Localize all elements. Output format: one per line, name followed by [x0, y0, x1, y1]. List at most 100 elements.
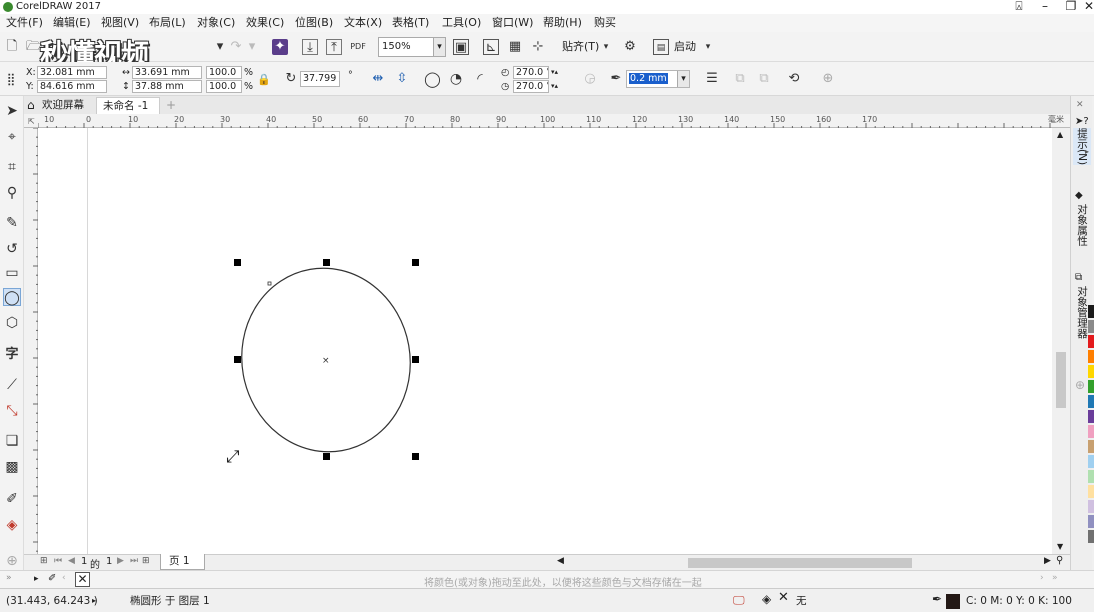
- add-page-after-icon[interactable]: ⊞: [142, 556, 150, 566]
- arc-mode-icon[interactable]: ◜: [472, 71, 488, 87]
- menu-file[interactable]: 文件(F): [6, 16, 43, 30]
- vertical-ruler[interactable]: [24, 128, 38, 554]
- scroll-down-icon[interactable]: ▼: [1057, 542, 1063, 551]
- ruler-origin-icon[interactable]: ⇱: [28, 117, 35, 126]
- palette-prev-icon[interactable]: ‹: [62, 573, 66, 583]
- menu-table[interactable]: 表格(T): [392, 16, 429, 30]
- tab-untitled-doc[interactable]: 未命名 -1: [96, 97, 160, 114]
- palette-swatch[interactable]: [1088, 410, 1094, 423]
- menu-window[interactable]: 窗口(W): [492, 16, 533, 30]
- palette-swatch[interactable]: [1088, 380, 1094, 393]
- launch-dropdown-icon[interactable]: ▾: [700, 39, 716, 55]
- menu-help[interactable]: 帮助(H): [543, 16, 582, 30]
- color-proof-icon[interactable]: 🖵: [733, 594, 745, 606]
- outline-width-select[interactable]: 0.2 mm ▾: [626, 70, 690, 88]
- previous-page-icon[interactable]: ◀: [68, 556, 75, 566]
- change-direction-icon[interactable]: ◶: [582, 71, 598, 87]
- mirror-horizontal-icon[interactable]: ⇹: [370, 71, 386, 87]
- menu-edit[interactable]: 编辑(E): [53, 16, 91, 30]
- menu-layout[interactable]: 布局(L): [149, 16, 186, 30]
- connector-tool-icon[interactable]: ⤡: [3, 402, 21, 420]
- palette-swatch[interactable]: [1088, 320, 1094, 333]
- snap-dropdown-icon[interactable]: ▾: [598, 39, 614, 55]
- interactive-fill-icon[interactable]: ◈: [3, 516, 21, 534]
- last-page-icon[interactable]: ⏭: [130, 556, 138, 566]
- quick-customize-icon[interactable]: ⊕: [820, 71, 836, 87]
- pick-tool-icon[interactable]: ➤: [3, 102, 21, 120]
- artistic-media-icon[interactable]: ↺: [3, 240, 21, 258]
- bring-to-front-icon[interactable]: ⧉: [732, 71, 748, 87]
- eyedropper-small-icon[interactable]: ✐: [48, 573, 56, 584]
- docker-close-icon[interactable]: ✕: [1076, 100, 1084, 110]
- palette-swatch[interactable]: [1088, 305, 1094, 318]
- launch-label[interactable]: 启动: [674, 40, 696, 54]
- publish-pdf-icon[interactable]: PDF: [350, 39, 366, 55]
- show-rulers-icon[interactable]: ⊾: [483, 39, 499, 55]
- status-expand-icon[interactable]: ▸: [92, 595, 96, 607]
- mirror-vertical-icon[interactable]: ⇳: [394, 71, 410, 87]
- text-wrap-icon[interactable]: ☰: [704, 71, 720, 87]
- show-guidelines-icon[interactable]: ⊹: [530, 39, 546, 55]
- selection-handle-bottom[interactable]: [323, 453, 330, 460]
- redo-icon[interactable]: ↷: [228, 39, 244, 55]
- redo-dropdown-icon[interactable]: ▾: [244, 39, 260, 55]
- scroll-left-icon[interactable]: ◀: [557, 556, 564, 566]
- palette-expand-icon[interactable]: »: [6, 573, 12, 583]
- menu-effects[interactable]: 效果(C): [246, 16, 284, 30]
- export-icon[interactable]: ⤒: [326, 39, 342, 55]
- parallel-dimension-icon[interactable]: ⟋: [3, 376, 21, 394]
- drop-shadow-icon[interactable]: ❏: [3, 432, 21, 450]
- start-angle-field[interactable]: 270.0 °: [513, 66, 549, 79]
- palette-swatch[interactable]: [1088, 350, 1094, 363]
- tab-welcome-screen[interactable]: 欢迎屏幕: [36, 97, 90, 114]
- menu-bitmap[interactable]: 位图(B): [295, 16, 333, 30]
- horizontal-ruler[interactable]: ⇱ 10 0 10 20 30 40 50 60 70 80 90 100 11…: [24, 114, 1070, 128]
- minimize-button[interactable]: –: [1032, 0, 1058, 14]
- zoom-tool-icon[interactable]: ⚲: [3, 184, 21, 202]
- selection-handle-top-right[interactable]: [412, 259, 419, 266]
- palette-swatch[interactable]: [1088, 425, 1094, 438]
- end-angle-spin-icon[interactable]: ▾▴: [551, 80, 558, 92]
- vertical-scroll-thumb[interactable]: [1056, 352, 1066, 408]
- add-tab-icon[interactable]: +: [166, 97, 176, 113]
- polygon-tool-icon[interactable]: ⬡: [3, 314, 21, 332]
- palette-flyout-icon[interactable]: ▸: [1085, 147, 1089, 156]
- menu-buy[interactable]: 购买: [594, 16, 616, 30]
- launch-app-icon[interactable]: ▤: [653, 39, 669, 55]
- selection-handle-left[interactable]: [234, 356, 241, 363]
- palette-swatch[interactable]: [1088, 485, 1094, 498]
- no-color-swatch-icon[interactable]: ✕: [75, 572, 90, 587]
- width-field[interactable]: 33.691 mm: [132, 66, 202, 79]
- ellipse-mode-icon[interactable]: ◯: [424, 71, 441, 87]
- eyedropper-icon[interactable]: ✐: [3, 490, 21, 508]
- zoom-dropdown-icon[interactable]: ▾: [433, 38, 445, 56]
- zoom-level-select[interactable]: 150% ▾: [378, 37, 446, 57]
- docker-add-icon[interactable]: ⊕: [1075, 378, 1085, 392]
- ellipse-node[interactable]: [267, 281, 272, 286]
- palette-swatch[interactable]: [1088, 530, 1094, 543]
- pie-mode-icon[interactable]: ◔: [448, 71, 464, 87]
- freehand-tool-icon[interactable]: ✎: [3, 214, 21, 232]
- palette-swatch[interactable]: [1088, 455, 1094, 468]
- convert-to-curves-icon[interactable]: ⟲: [786, 71, 802, 87]
- next-page-icon[interactable]: ▶: [117, 556, 124, 566]
- scale-y-field[interactable]: 100.0: [206, 80, 242, 93]
- close-button[interactable]: ✕: [1076, 0, 1094, 14]
- lock-ratio-icon[interactable]: 🔒: [256, 72, 272, 88]
- snap-to-label[interactable]: 贴齐(T): [562, 40, 599, 54]
- new-document-icon[interactable]: 🗋: [4, 39, 20, 55]
- height-field[interactable]: 37.88 mm: [132, 80, 202, 93]
- palette-swatch[interactable]: [1088, 395, 1094, 408]
- menu-view[interactable]: 视图(V): [101, 16, 139, 30]
- menu-text[interactable]: 文本(X): [344, 16, 382, 30]
- selection-handle-right[interactable]: [412, 356, 419, 363]
- palette-swatch[interactable]: [1088, 470, 1094, 483]
- toolbox-customize-icon[interactable]: ⊕: [3, 552, 21, 570]
- show-grid-icon[interactable]: ▦: [507, 39, 523, 55]
- selected-ellipse-group[interactable]: ×: [38, 128, 1052, 554]
- color-palette[interactable]: [1088, 305, 1094, 575]
- first-page-icon[interactable]: ⏮: [54, 556, 62, 566]
- selection-handle-bottom-right[interactable]: [412, 453, 419, 460]
- account-icon[interactable]: ⍓: [1006, 0, 1032, 14]
- start-angle-spin-icon[interactable]: ▾▴: [551, 66, 558, 78]
